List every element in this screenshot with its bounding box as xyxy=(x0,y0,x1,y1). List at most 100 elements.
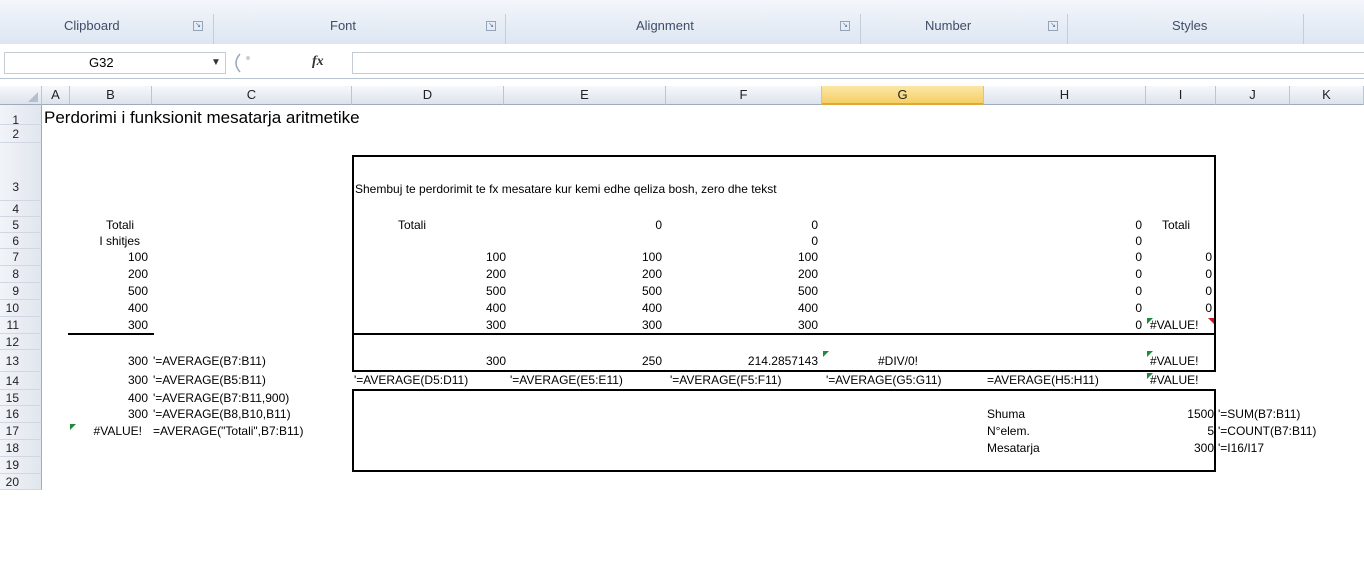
cell-i18[interactable]: 300 xyxy=(1150,440,1214,457)
cell-b11[interactable]: 300 xyxy=(70,317,148,334)
row-header-11[interactable]: 11 xyxy=(0,317,42,334)
cell-c14[interactable]: '=AVERAGE(B5:B11) xyxy=(153,372,266,389)
dialog-launcher-icon[interactable]: ↘ xyxy=(486,21,496,31)
cell-h14[interactable]: =AVERAGE(H5:H11) xyxy=(987,372,1099,389)
cell-b15[interactable]: 400 xyxy=(70,390,148,407)
cell-e13[interactable]: 250 xyxy=(560,353,662,370)
cell-i16[interactable]: 1500 xyxy=(1150,406,1214,423)
cell-d10[interactable]: 400 xyxy=(400,300,506,317)
select-all-corner[interactable] xyxy=(0,86,42,105)
column-header-b[interactable]: B xyxy=(70,86,152,105)
error-indicator-icon[interactable] xyxy=(823,351,829,357)
cell-e10[interactable]: 400 xyxy=(560,300,662,317)
cell-h18[interactable]: Mesatarja xyxy=(987,440,1040,457)
cell-b8[interactable]: 200 xyxy=(70,266,148,283)
cell-f7[interactable]: 100 xyxy=(720,249,818,266)
formula-input[interactable] xyxy=(352,52,1364,74)
column-header-g[interactable]: G xyxy=(822,86,984,105)
cell-f5[interactable]: 0 xyxy=(720,217,818,234)
column-header-j[interactable]: J xyxy=(1216,86,1290,105)
column-header-a[interactable]: A xyxy=(42,86,70,105)
cell-g13[interactable]: #DIV/0! xyxy=(878,353,918,370)
cell-f8[interactable]: 200 xyxy=(720,266,818,283)
column-header-c[interactable]: C xyxy=(152,86,352,105)
row-header-6[interactable]: 6 xyxy=(0,233,42,249)
column-header-f[interactable]: F xyxy=(666,86,822,105)
cell-f10[interactable]: 400 xyxy=(720,300,818,317)
row-header-18[interactable]: 18 xyxy=(0,440,42,457)
column-header-k[interactable]: K xyxy=(1290,86,1364,105)
row-header-9[interactable]: 9 xyxy=(0,283,42,300)
cell-f14[interactable]: '=AVERAGE(F5:F11) xyxy=(670,372,782,389)
cell-c15[interactable]: '=AVERAGE(B7:B11,900) xyxy=(153,390,289,407)
dialog-launcher-icon[interactable]: ↘ xyxy=(193,21,203,31)
row-header-10[interactable]: 10 xyxy=(0,300,42,317)
cell-b16[interactable]: 300 xyxy=(70,406,148,423)
cell-b17[interactable]: #VALUE! xyxy=(70,423,142,440)
cell-c17[interactable]: =AVERAGE("Totali",B7:B11) xyxy=(153,423,303,440)
cell-f6[interactable]: 0 xyxy=(720,233,818,250)
cell-c13[interactable]: '=AVERAGE(B7:B11) xyxy=(153,353,266,370)
cell-d5[interactable]: Totali xyxy=(398,217,426,234)
row-header-15[interactable]: 15 xyxy=(0,390,42,406)
cell-d7[interactable]: 100 xyxy=(400,249,506,266)
cell-b10[interactable]: 400 xyxy=(70,300,148,317)
cell-i14[interactable]: #VALUE! xyxy=(1150,372,1198,389)
cell-e11[interactable]: 300 xyxy=(560,317,662,334)
row-header-13[interactable]: 13 xyxy=(0,350,42,372)
cell-i17[interactable]: 5 xyxy=(1150,423,1214,440)
cell-i7[interactable]: 0 xyxy=(1150,249,1212,266)
cell-d13[interactable]: 300 xyxy=(400,353,506,370)
row-header-3[interactable]: 3 xyxy=(0,143,42,201)
row-header-2[interactable]: 2 xyxy=(0,125,42,143)
row-header-16[interactable]: 16 xyxy=(0,406,42,423)
expand-handle-icon[interactable] xyxy=(226,52,256,74)
cell-h17[interactable]: N°elem. xyxy=(987,423,1030,440)
row-header-5[interactable]: 5 xyxy=(0,217,42,233)
column-header-e[interactable]: E xyxy=(504,86,666,105)
row-header-14[interactable]: 14 xyxy=(0,372,42,390)
cell-i13[interactable]: #VALUE! xyxy=(1150,353,1198,370)
cell-d11[interactable]: 300 xyxy=(400,317,506,334)
row-header-12[interactable]: 12 xyxy=(0,334,42,350)
cell-h6[interactable]: 0 xyxy=(1080,233,1142,250)
cell-b5[interactable]: Totali xyxy=(70,217,134,234)
cell-i9[interactable]: 0 xyxy=(1150,283,1212,300)
cell-e5[interactable]: 0 xyxy=(560,217,662,234)
name-box[interactable]: G32 ▼ xyxy=(4,52,226,74)
column-header-h[interactable]: H xyxy=(984,86,1146,105)
cell-j16[interactable]: '=SUM(B7:B11) xyxy=(1218,406,1300,423)
cell-i11[interactable]: #VALUE! xyxy=(1150,317,1198,334)
column-header-i[interactable]: I xyxy=(1146,86,1216,105)
row-header-20[interactable]: 20 xyxy=(0,474,42,490)
cell-c16[interactable]: '=AVERAGE(B8,B10,B11) xyxy=(153,406,291,423)
cell-b13[interactable]: 300 xyxy=(70,353,148,370)
cell-f11[interactable]: 300 xyxy=(720,317,818,334)
insert-function-button[interactable]: fx xyxy=(312,54,324,70)
cell-e9[interactable]: 500 xyxy=(560,283,662,300)
cell-h10[interactable]: 0 xyxy=(1080,300,1142,317)
worksheet-grid[interactable]: A B C D E F G H I J K 1 2 3 4 5 6 7 8 9 … xyxy=(0,86,1364,576)
cell-h5[interactable]: 0 xyxy=(1080,217,1142,234)
cell-i8[interactable]: 0 xyxy=(1150,266,1212,283)
cell-d8[interactable]: 200 xyxy=(400,266,506,283)
cell-h11[interactable]: 0 xyxy=(1080,317,1142,334)
cell-h9[interactable]: 0 xyxy=(1080,283,1142,300)
cell-i5[interactable]: Totali xyxy=(1162,217,1190,234)
cell-d3[interactable]: Shembuj te perdorimit te fx mesatare kur… xyxy=(355,181,777,198)
cell-g14[interactable]: '=AVERAGE(G5:G11) xyxy=(826,372,942,389)
cell-d14[interactable]: '=AVERAGE(D5:D11) xyxy=(354,372,468,389)
cell-h16[interactable]: Shuma xyxy=(987,406,1025,423)
cell-f13[interactable]: 214.2857143 xyxy=(690,353,818,370)
sheet-title[interactable]: Perdorimi i funksionit mesatarja aritmet… xyxy=(44,107,360,129)
cell-b6[interactable]: I shitjes xyxy=(70,233,140,250)
row-header-19[interactable]: 19 xyxy=(0,457,42,474)
cell-d9[interactable]: 500 xyxy=(400,283,506,300)
cell-j18[interactable]: '=I16/I17 xyxy=(1218,440,1264,457)
row-header-1[interactable]: 1 xyxy=(0,105,42,127)
cell-h7[interactable]: 0 xyxy=(1080,249,1142,266)
row-header-8[interactable]: 8 xyxy=(0,266,42,283)
row-header-17[interactable]: 17 xyxy=(0,423,42,440)
cell-j17[interactable]: '=COUNT(B7:B11) xyxy=(1218,423,1316,440)
cell-h8[interactable]: 0 xyxy=(1080,266,1142,283)
